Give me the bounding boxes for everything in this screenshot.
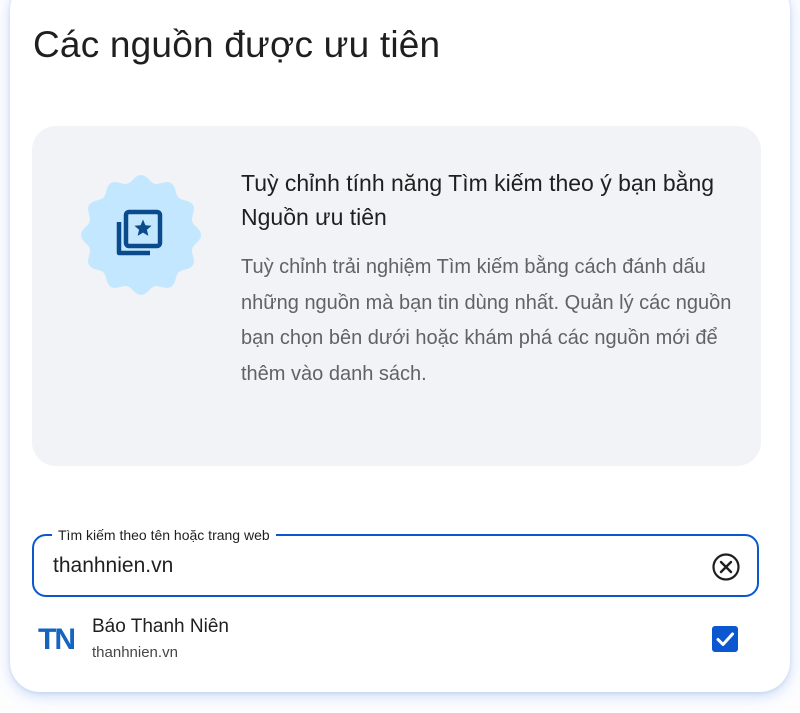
info-body: Tuỳ chỉnh trải nghiệm Tìm kiếm bằng cách… — [241, 256, 732, 385]
clear-search-button[interactable] — [711, 552, 741, 582]
search-input[interactable] — [53, 548, 673, 584]
thanh-nien-logo: TN — [38, 623, 76, 656]
source-url: thanhnien.vn — [92, 644, 178, 661]
search-label: Tìm kiếm theo tên hoặc trang web — [52, 526, 276, 544]
info-panel: Tuỳ chỉnh tính năng Tìm kiếm theo ý bạn … — [32, 126, 761, 466]
search-field[interactable]: Tìm kiếm theo tên hoặc trang web — [32, 526, 759, 597]
preferred-sources-star-icon — [80, 174, 202, 296]
info-heading: Tuỳ chỉnh tính năng Tìm kiếm theo ý bạn … — [241, 170, 715, 230]
clear-circle-x-icon — [712, 553, 740, 581]
screen: Các nguồn được ưu tiên Tuỳ chỉnh tính nă… — [0, 0, 800, 713]
source-result-row[interactable]: TN Báo Thanh Niên thanhnien.vn — [32, 606, 759, 670]
checkmark-icon — [716, 632, 734, 646]
page-title: Các nguồn được ưu tiên — [33, 24, 441, 65]
source-checkbox[interactable] — [712, 626, 738, 652]
source-name: Báo Thanh Niên — [92, 616, 229, 637]
